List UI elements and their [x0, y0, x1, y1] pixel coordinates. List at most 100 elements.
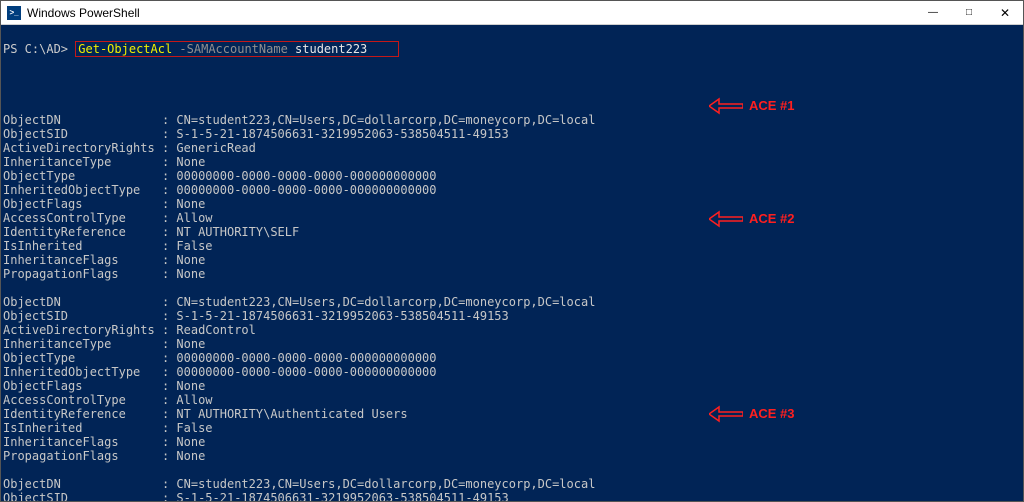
- output-value: CN=student223,CN=Users,DC=dollarcorp,DC=…: [176, 477, 595, 491]
- output-value: Allow: [176, 211, 212, 225]
- output-row: InheritedObjectType : 00000000-0000-0000…: [3, 365, 1021, 379]
- output-key: ObjectSID: [3, 309, 155, 323]
- output-value: Allow: [176, 393, 212, 407]
- output-value: S-1-5-21-1874506631-3219952063-538504511…: [176, 491, 508, 501]
- output-value: CN=student223,CN=Users,DC=dollarcorp,DC=…: [176, 295, 595, 309]
- arrow-left-icon: [709, 210, 743, 228]
- output-value: ReadControl: [176, 323, 255, 337]
- output-key: ObjectType: [3, 169, 155, 183]
- output-key: ActiveDirectoryRights: [3, 141, 155, 155]
- output-key: ObjectType: [3, 351, 155, 365]
- output-value: None: [176, 197, 205, 211]
- output-row: AccessControlType : Allow: [3, 393, 1021, 407]
- output-row: InheritanceType : None: [3, 337, 1021, 351]
- output-row: IdentityReference : NT AUTHORITY\SELF: [3, 225, 1021, 239]
- output-value: CN=student223,CN=Users,DC=dollarcorp,DC=…: [176, 113, 595, 127]
- window-title: Windows PowerShell: [27, 6, 915, 20]
- command-highlight-box: Get-ObjectAcl -SAMAccountName student223: [75, 41, 399, 57]
- output-value: None: [176, 435, 205, 449]
- output-row: ObjectDN : CN=student223,CN=Users,DC=dol…: [3, 295, 1021, 309]
- output-value: None: [176, 449, 205, 463]
- ace-output-list: ObjectDN : CN=student223,CN=Users,DC=dol…: [3, 113, 1021, 501]
- cmdlet-name: Get-ObjectAcl: [78, 42, 172, 56]
- output-key: InheritanceType: [3, 155, 155, 169]
- output-key: InheritanceFlags: [3, 435, 155, 449]
- output-value: False: [176, 239, 212, 253]
- cmd-arg: student223: [295, 42, 367, 56]
- output-key: InheritanceType: [3, 337, 155, 351]
- output-key: IdentityReference: [3, 225, 155, 239]
- output-row: IsInherited : False: [3, 239, 1021, 253]
- annotation-ace1: ACE #1: [709, 97, 795, 115]
- output-key: InheritanceFlags: [3, 253, 155, 267]
- arrow-left-icon: [709, 405, 743, 423]
- output-key: ObjectSID: [3, 491, 155, 501]
- output-row: InheritedObjectType : 00000000-0000-0000…: [3, 183, 1021, 197]
- output-row: ActiveDirectoryRights : ReadControl: [3, 323, 1021, 337]
- output-row: InheritanceType : None: [3, 155, 1021, 169]
- output-key: AccessControlType: [3, 211, 155, 225]
- console-output[interactable]: PS C:\AD> Get-ObjectAcl -SAMAccountName …: [1, 25, 1023, 501]
- close-button[interactable]: ✕: [987, 1, 1023, 24]
- output-row: PropagationFlags : None: [3, 267, 1021, 281]
- powershell-icon: >_: [7, 6, 21, 20]
- output-row: ObjectDN : CN=student223,CN=Users,DC=dol…: [3, 477, 1021, 491]
- output-value: NT AUTHORITY\SELF: [176, 225, 299, 239]
- output-value: None: [176, 337, 205, 351]
- output-value: None: [176, 253, 205, 267]
- output-value: 00000000-0000-0000-0000-000000000000: [176, 365, 436, 379]
- prompt-line: PS C:\AD> Get-ObjectAcl -SAMAccountName …: [3, 42, 399, 56]
- output-row: ObjectDN : CN=student223,CN=Users,DC=dol…: [3, 113, 1021, 127]
- output-key: ObjectSID: [3, 127, 155, 141]
- output-value: 00000000-0000-0000-0000-000000000000: [176, 169, 436, 183]
- output-key: InheritedObjectType: [3, 365, 155, 379]
- output-key: IdentityReference: [3, 407, 155, 421]
- maximize-button[interactable]: □: [951, 1, 987, 24]
- output-row: ObjectFlags : None: [3, 379, 1021, 393]
- annotation-label: ACE #2: [749, 212, 795, 226]
- output-key: ObjectFlags: [3, 197, 155, 211]
- output-row: PropagationFlags : None: [3, 449, 1021, 463]
- output-row: InheritanceFlags : None: [3, 435, 1021, 449]
- output-value: 00000000-0000-0000-0000-000000000000: [176, 183, 436, 197]
- output-value: 00000000-0000-0000-0000-000000000000: [176, 351, 436, 365]
- output-row: IdentityReference : NT AUTHORITY\Authent…: [3, 407, 1021, 421]
- annotation-ace3: ACE #3: [709, 405, 795, 423]
- output-row: ActiveDirectoryRights : GenericRead: [3, 141, 1021, 155]
- cmd-param: -SAMAccountName: [179, 42, 287, 56]
- output-key: ObjectFlags: [3, 379, 155, 393]
- arrow-left-icon: [709, 97, 743, 115]
- output-row: ObjectFlags : None: [3, 197, 1021, 211]
- output-value: None: [176, 379, 205, 393]
- output-value: GenericRead: [176, 141, 255, 155]
- output-row: InheritanceFlags : None: [3, 253, 1021, 267]
- output-row: AccessControlType : Allow: [3, 211, 1021, 225]
- titlebar[interactable]: >_ Windows PowerShell ― □ ✕: [1, 1, 1023, 25]
- output-row: ObjectSID : S-1-5-21-1874506631-32199520…: [3, 127, 1021, 141]
- output-key: ObjectDN: [3, 295, 155, 309]
- powershell-window: >_ Windows PowerShell ― □ ✕ PS C:\AD> Ge…: [0, 0, 1024, 502]
- output-key: PropagationFlags: [3, 267, 155, 281]
- output-key: ActiveDirectoryRights: [3, 323, 155, 337]
- output-value: S-1-5-21-1874506631-3219952063-538504511…: [176, 309, 508, 323]
- prompt-prefix: PS C:\AD>: [3, 42, 68, 56]
- output-key: PropagationFlags: [3, 449, 155, 463]
- output-row: ObjectType : 00000000-0000-0000-0000-000…: [3, 169, 1021, 183]
- output-row: ObjectSID : S-1-5-21-1874506631-32199520…: [3, 309, 1021, 323]
- output-value: None: [176, 155, 205, 169]
- window-controls: ― □ ✕: [915, 1, 1023, 24]
- output-value: False: [176, 421, 212, 435]
- output-key: ObjectDN: [3, 113, 155, 127]
- output-key: ObjectDN: [3, 477, 155, 491]
- output-value: None: [176, 267, 205, 281]
- output-key: IsInherited: [3, 239, 155, 253]
- output-row: IsInherited : False: [3, 421, 1021, 435]
- output-value: NT AUTHORITY\Authenticated Users: [176, 407, 407, 421]
- output-key: InheritedObjectType: [3, 183, 155, 197]
- output-value: S-1-5-21-1874506631-3219952063-538504511…: [176, 127, 508, 141]
- annotation-label: ACE #1: [749, 99, 795, 113]
- output-key: AccessControlType: [3, 393, 155, 407]
- minimize-button[interactable]: ―: [915, 1, 951, 24]
- output-row: ObjectSID : S-1-5-21-1874506631-32199520…: [3, 491, 1021, 501]
- annotation-ace2: ACE #2: [709, 210, 795, 228]
